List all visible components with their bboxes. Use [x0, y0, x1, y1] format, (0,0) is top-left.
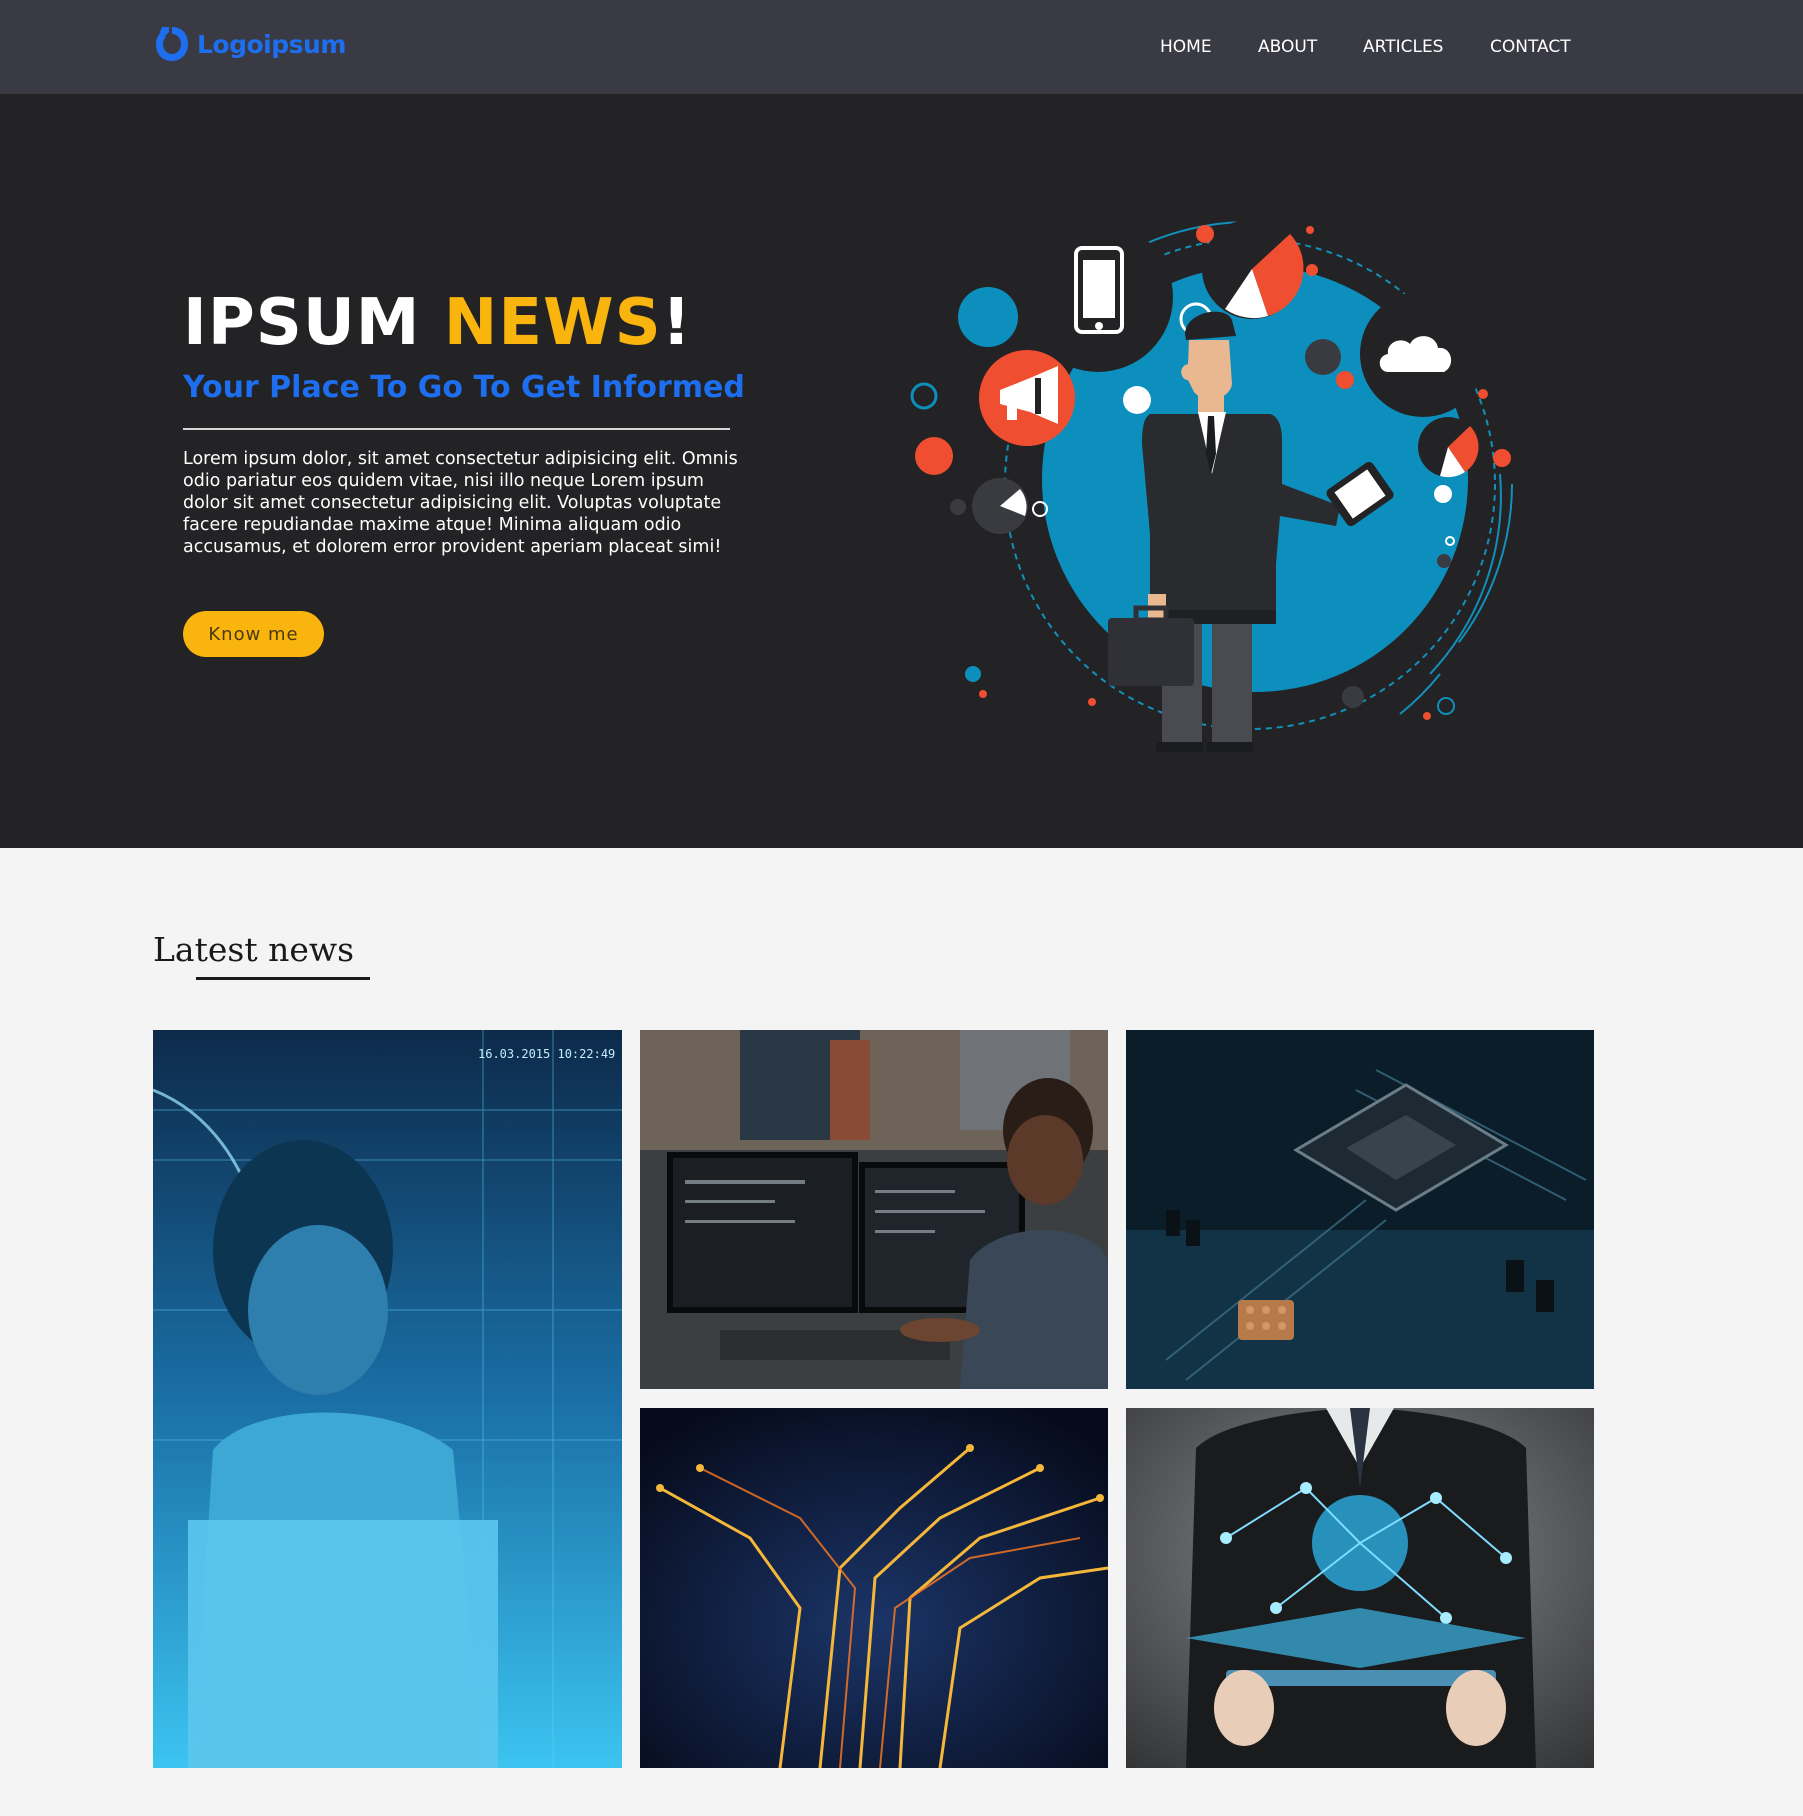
news-card-2[interactable] — [640, 1030, 1108, 1389]
logo-text: Logoipsum — [197, 29, 346, 59]
navbar: Logoipsum HOME ABOUT ARTICLES CONTACT — [0, 0, 1803, 94]
hero-title-accent: NEWS — [443, 286, 662, 360]
news-card-1[interactable]: 16.03.2015 10:22:49 — [153, 1030, 622, 1768]
hero-section: IPSUM NEWS! Your Place To Go To Get Info… — [0, 94, 1803, 848]
nav-articles[interactable]: ARTICLES — [1363, 37, 1443, 57]
nav-contact[interactable]: CONTACT — [1490, 37, 1571, 57]
hero-divider — [183, 428, 730, 430]
hero-subtitle: Your Place To Go To Get Informed — [183, 370, 745, 405]
glowing-circuit-traces-image — [640, 1408, 1108, 1768]
latest-news-underline — [196, 977, 370, 980]
know-me-button[interactable]: Know me — [183, 611, 324, 657]
circuit-board-cpu-image — [1126, 1030, 1594, 1389]
hero-title-end: ! — [661, 286, 692, 360]
developer-at-monitors-image — [640, 1030, 1108, 1389]
businessman-tablet-network-image — [1126, 1408, 1594, 1768]
man-laptop-hologram-image: 16.03.2015 10:22:49 — [153, 1030, 622, 1768]
news-card-5[interactable] — [1126, 1408, 1594, 1768]
hero-description: Lorem ipsum dolor, sit amet consectetur … — [183, 449, 738, 557]
news-card-4[interactable] — [640, 1408, 1108, 1768]
hero-title: IPSUM NEWS! — [183, 286, 692, 360]
hero-title-main: IPSUM — [183, 286, 444, 360]
businessman-illustration — [910, 219, 1513, 752]
nav-home[interactable]: HOME — [1160, 37, 1212, 57]
logoipsum-mark-icon — [156, 27, 188, 61]
latest-news-heading: Latest news — [153, 930, 355, 969]
logo[interactable]: Logoipsum — [153, 24, 346, 64]
nav-about[interactable]: ABOUT — [1258, 37, 1317, 57]
news-card-3[interactable] — [1126, 1030, 1594, 1389]
image-timestamp: 16.03.2015 10:22:49 — [478, 1047, 615, 1061]
